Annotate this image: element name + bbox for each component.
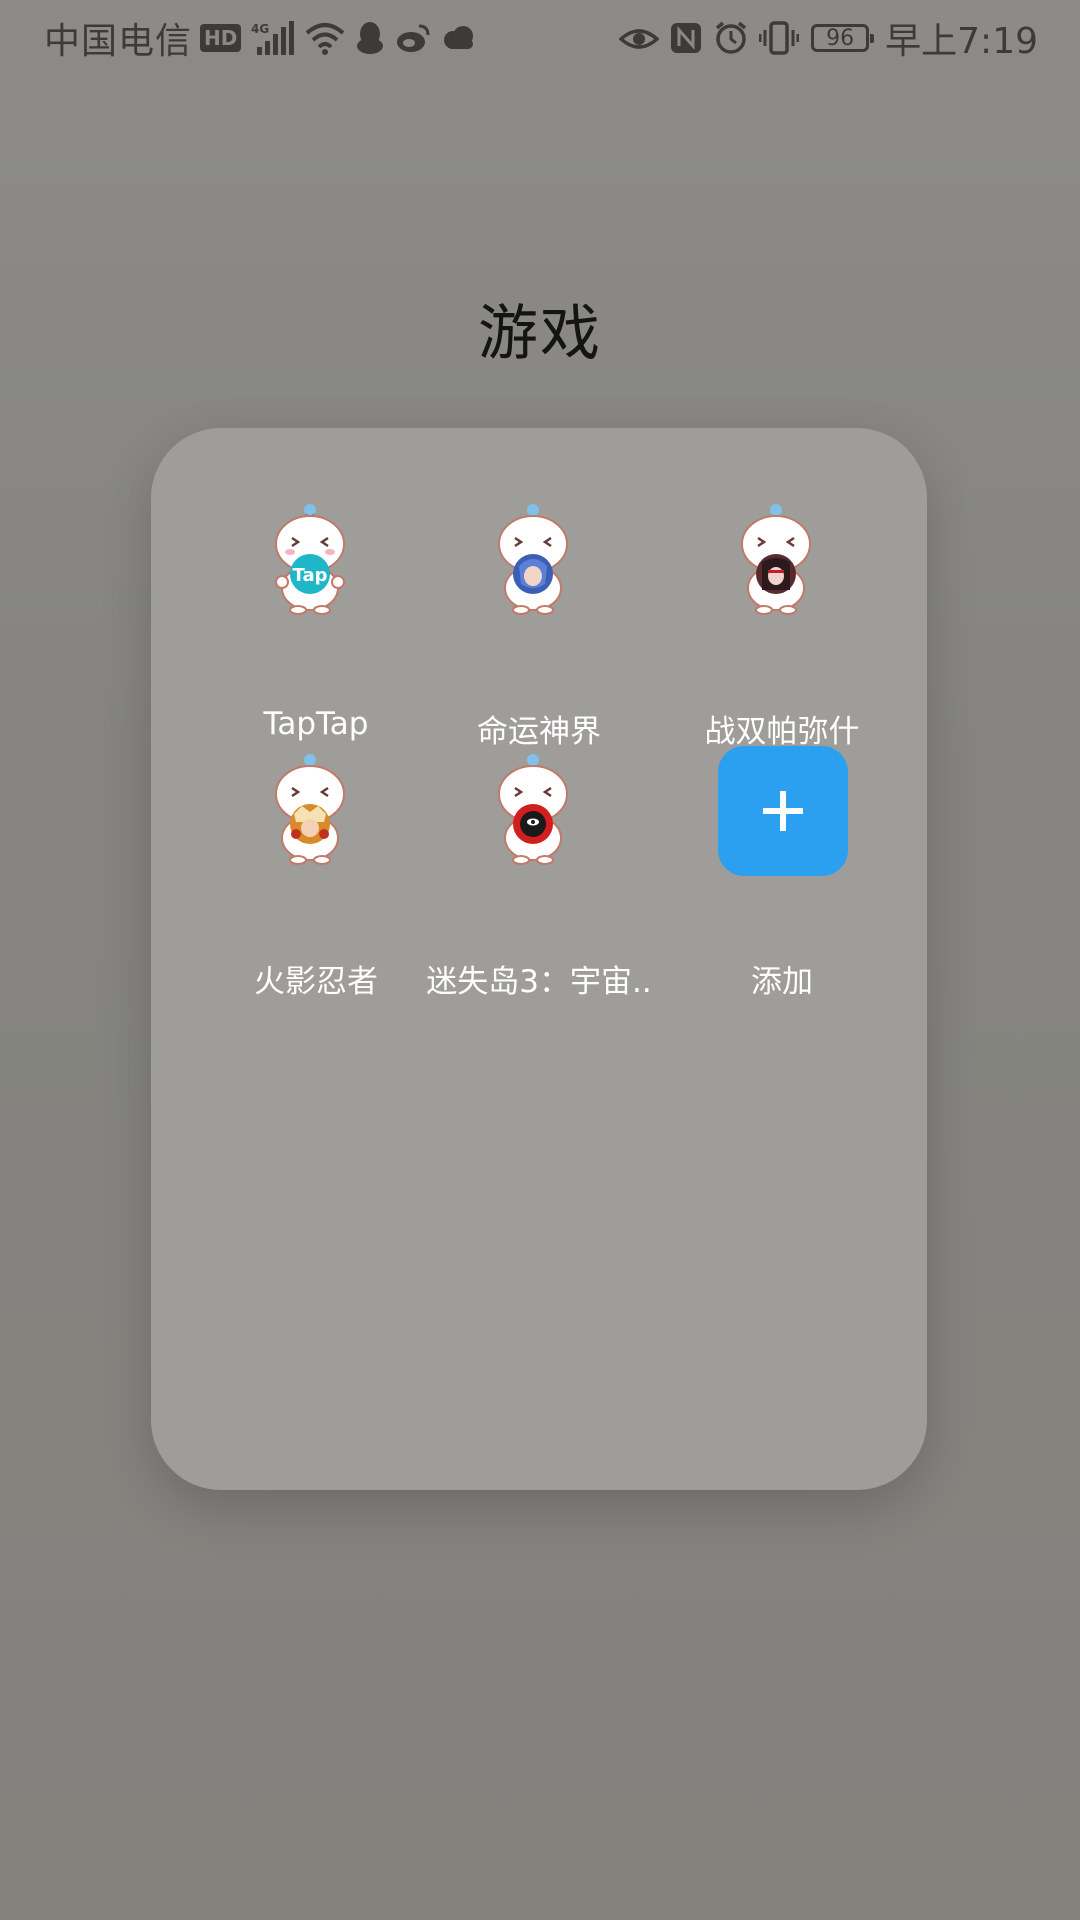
app-label-mishidao-3: 迷失岛3：宇宙.. (426, 964, 652, 1000)
eye-icon (619, 23, 660, 53)
app-zhanshuang-pamishi[interactable]: 战双帕弥什 (662, 488, 902, 750)
app-icon-taptap[interactable]: Tap (252, 500, 380, 628)
app-mishidao-3[interactable]: 迷失岛3：宇宙.. (419, 738, 659, 1000)
app-icon-huoying-renzhe[interactable] (252, 750, 380, 878)
vibrate-icon (759, 20, 800, 56)
app-huoying-renzhe[interactable]: 火影忍者 (196, 738, 436, 1000)
battery-icon: 96 (811, 24, 875, 52)
nfc-icon (669, 21, 703, 55)
signal-4g-icon: 4G (251, 20, 295, 56)
app-label-huoying-renzhe: 火影忍者 (254, 964, 378, 1000)
status-bar: 中国电信 HD 4G 96 早上7:19 (0, 0, 1080, 76)
app-label-taptap: TapTap (263, 706, 369, 742)
app-icon-zhanshuang-pamishi[interactable] (718, 500, 846, 628)
app-label-zhanshuang-pamishi: 战双帕弥什 (704, 714, 860, 750)
folder-title[interactable]: 游戏 (0, 285, 1080, 372)
taptap-badge-text: Tap (293, 565, 328, 586)
hd-badge-icon: HD (200, 24, 242, 52)
wifi-icon (305, 21, 345, 55)
app-taptap[interactable]: Tap TapTap (196, 488, 436, 742)
alarm-icon (713, 20, 749, 56)
add-app-label: 添加 (751, 964, 813, 1000)
qq-icon (355, 20, 385, 56)
cloud-icon (441, 25, 477, 51)
plus-icon (763, 791, 803, 831)
status-bar-left: 中国电信 HD 4G (44, 14, 477, 62)
app-mingyun-shenjie[interactable]: 命运神界 (419, 488, 659, 750)
app-icon-mingyun-shenjie[interactable] (475, 500, 603, 628)
app-icon-mishidao-3[interactable] (475, 750, 603, 878)
weibo-icon (395, 22, 431, 54)
network-type-label: 4G (251, 22, 269, 36)
folder-panel: Tap TapTap 命运神界 战双帕弥什 火影忍者 迷失岛3：宇宙.. 添加 (151, 428, 927, 1490)
status-bar-right: 96 早上7:19 (609, 14, 1038, 62)
battery-level: 96 (826, 25, 855, 51)
carrier-name: 中国电信 (44, 21, 193, 62)
add-tile[interactable] (718, 746, 848, 876)
clock-time: 早上7:19 (885, 21, 1038, 62)
add-app-button[interactable]: 添加 (662, 746, 902, 1000)
